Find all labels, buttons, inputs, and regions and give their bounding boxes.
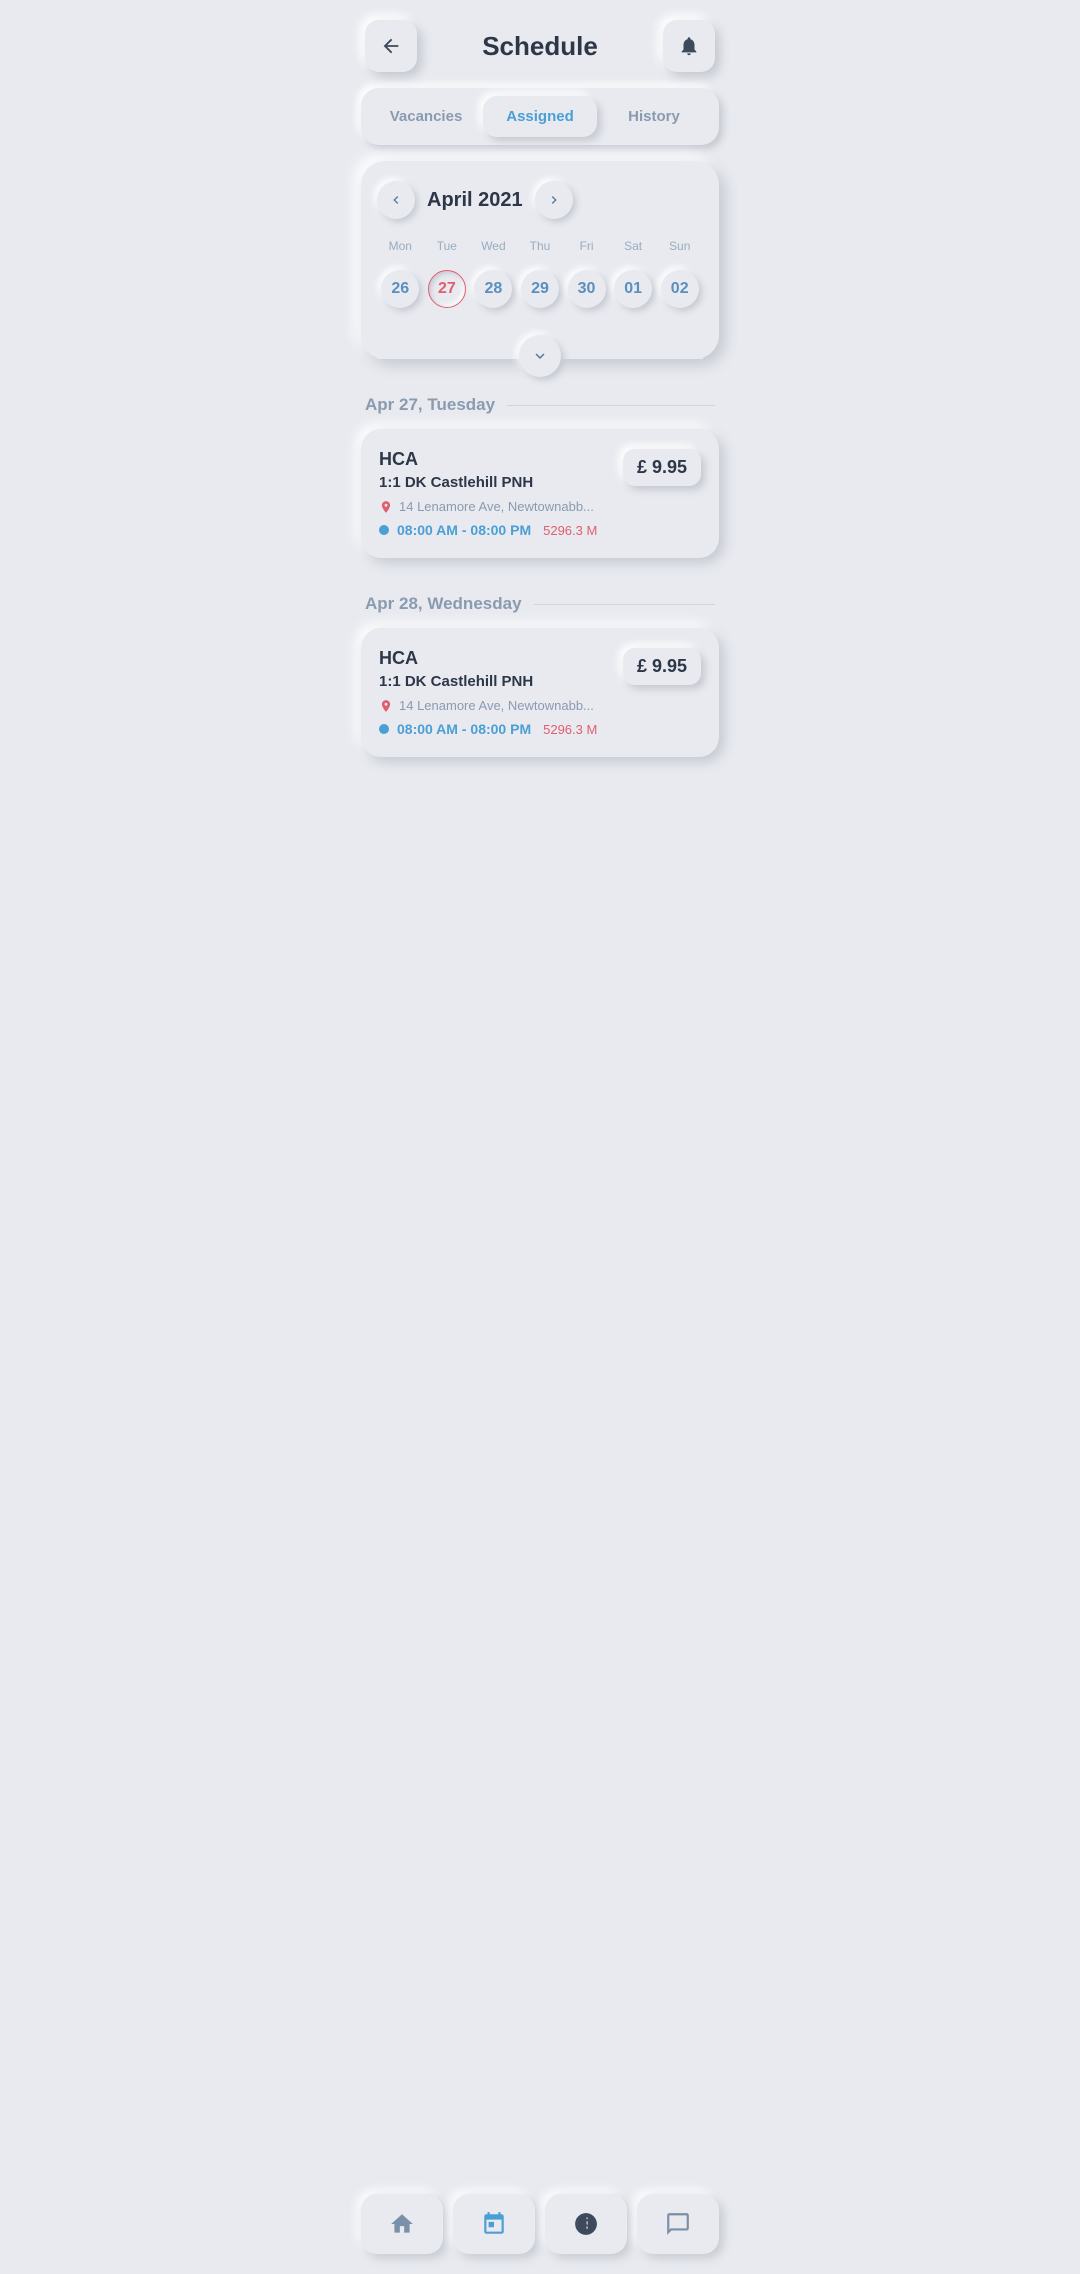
section-label-apr28: Apr 28, Wednesday bbox=[365, 594, 715, 614]
calendar-prev-button[interactable] bbox=[377, 181, 415, 219]
time-dot-apr27 bbox=[379, 525, 389, 535]
weekday-sat: Sat bbox=[610, 235, 657, 257]
notification-button[interactable] bbox=[663, 20, 715, 72]
home-icon bbox=[389, 2211, 415, 2237]
card-top-apr28: HCA 1:1 DK Castlehill PNH 14 Lenamore Av… bbox=[379, 648, 701, 737]
chevron-down-icon bbox=[531, 347, 549, 365]
calendar-next-button[interactable] bbox=[535, 181, 573, 219]
nav-schedule-button[interactable] bbox=[453, 2194, 535, 2254]
date-cell-30[interactable]: 30 bbox=[563, 267, 610, 311]
date-cell-29[interactable]: 29 bbox=[517, 267, 564, 311]
time-dot-apr28 bbox=[379, 724, 389, 734]
card-price-apr27: £ 9.95 bbox=[623, 449, 701, 486]
card-subtitle-apr27: 1:1 DK Castlehill PNH bbox=[379, 474, 623, 491]
card-time-apr27: 08:00 AM - 08:00 PM 5296.3 M bbox=[379, 522, 623, 538]
expand-calendar-button[interactable] bbox=[519, 335, 561, 377]
location-text-apr28: 14 Lenamore Ave, Newtownabb... bbox=[399, 698, 594, 713]
clock-icon bbox=[573, 2211, 599, 2237]
card-info-apr28: HCA 1:1 DK Castlehill PNH 14 Lenamore Av… bbox=[379, 648, 623, 737]
card-title-apr27: HCA bbox=[379, 449, 623, 470]
page-title: Schedule bbox=[482, 31, 598, 62]
month-year-label: April 2021 bbox=[427, 189, 523, 212]
dates-row: 26 27 28 29 30 01 02 bbox=[377, 267, 703, 311]
date-27: 27 bbox=[428, 270, 466, 308]
date-cell-02[interactable]: 02 bbox=[656, 267, 703, 311]
tab-history[interactable]: History bbox=[597, 96, 711, 137]
date-cell-26[interactable]: 26 bbox=[377, 267, 424, 311]
tab-vacancies[interactable]: Vacancies bbox=[369, 96, 483, 137]
calendar-wave bbox=[377, 327, 703, 359]
location-pin-icon bbox=[379, 500, 393, 514]
date-29: 29 bbox=[521, 270, 559, 308]
schedule-card-apr27: HCA 1:1 DK Castlehill PNH 14 Lenamore Av… bbox=[361, 429, 719, 558]
weekdays-row: Mon Tue Wed Thu Fri Sat Sun bbox=[377, 235, 703, 257]
bottom-nav bbox=[345, 2182, 735, 2274]
schedule-card-apr28: HCA 1:1 DK Castlehill PNH 14 Lenamore Av… bbox=[361, 628, 719, 757]
back-button[interactable] bbox=[365, 20, 417, 72]
chevron-right-icon bbox=[546, 192, 562, 208]
card-location-apr27: 14 Lenamore Ave, Newtownabb... bbox=[379, 499, 623, 514]
date-30: 30 bbox=[568, 270, 606, 308]
distance-apr28: 5296.3 M bbox=[543, 722, 597, 737]
chat-icon bbox=[665, 2211, 691, 2237]
date-cell-01[interactable]: 01 bbox=[610, 267, 657, 311]
date-cell-27[interactable]: 27 bbox=[424, 267, 471, 311]
date-26: 26 bbox=[381, 270, 419, 308]
bell-icon bbox=[678, 35, 700, 57]
weekday-tue: Tue bbox=[424, 235, 471, 257]
date-cell-28[interactable]: 28 bbox=[470, 267, 517, 311]
card-info-apr27: HCA 1:1 DK Castlehill PNH 14 Lenamore Av… bbox=[379, 449, 623, 538]
date-28: 28 bbox=[474, 270, 512, 308]
weekday-thu: Thu bbox=[517, 235, 564, 257]
weekday-wed: Wed bbox=[470, 235, 517, 257]
time-range-apr27: 08:00 AM - 08:00 PM bbox=[397, 522, 531, 538]
card-location-apr28: 14 Lenamore Ave, Newtownabb... bbox=[379, 698, 623, 713]
weekday-sun: Sun bbox=[656, 235, 703, 257]
nav-history-button[interactable] bbox=[545, 2194, 627, 2254]
chevron-left-icon bbox=[388, 192, 404, 208]
date-02: 02 bbox=[661, 270, 699, 308]
weekday-fri: Fri bbox=[563, 235, 610, 257]
calendar-card: April 2021 Mon Tue Wed Thu Fri Sat Sun 2… bbox=[361, 161, 719, 359]
location-text-apr27: 14 Lenamore Ave, Newtownabb... bbox=[399, 499, 594, 514]
time-range-apr28: 08:00 AM - 08:00 PM bbox=[397, 721, 531, 737]
tab-assigned[interactable]: Assigned bbox=[483, 96, 597, 137]
card-title-apr28: HCA bbox=[379, 648, 623, 669]
nav-home-button[interactable] bbox=[361, 2194, 443, 2254]
card-time-apr28: 08:00 AM - 08:00 PM 5296.3 M bbox=[379, 721, 623, 737]
calendar-header: April 2021 bbox=[377, 181, 703, 219]
back-arrow-icon bbox=[380, 35, 402, 57]
tabs-container: Vacancies Assigned History bbox=[361, 88, 719, 145]
nav-messages-button[interactable] bbox=[637, 2194, 719, 2254]
section-label-apr27: Apr 27, Tuesday bbox=[365, 395, 715, 415]
date-01: 01 bbox=[614, 270, 652, 308]
distance-apr27: 5296.3 M bbox=[543, 523, 597, 538]
weekday-mon: Mon bbox=[377, 235, 424, 257]
card-top-apr27: HCA 1:1 DK Castlehill PNH 14 Lenamore Av… bbox=[379, 449, 701, 538]
header: Schedule bbox=[345, 0, 735, 88]
location-pin-icon-2 bbox=[379, 699, 393, 713]
calendar-icon bbox=[481, 2211, 507, 2237]
card-price-apr28: £ 9.95 bbox=[623, 648, 701, 685]
card-subtitle-apr28: 1:1 DK Castlehill PNH bbox=[379, 673, 623, 690]
